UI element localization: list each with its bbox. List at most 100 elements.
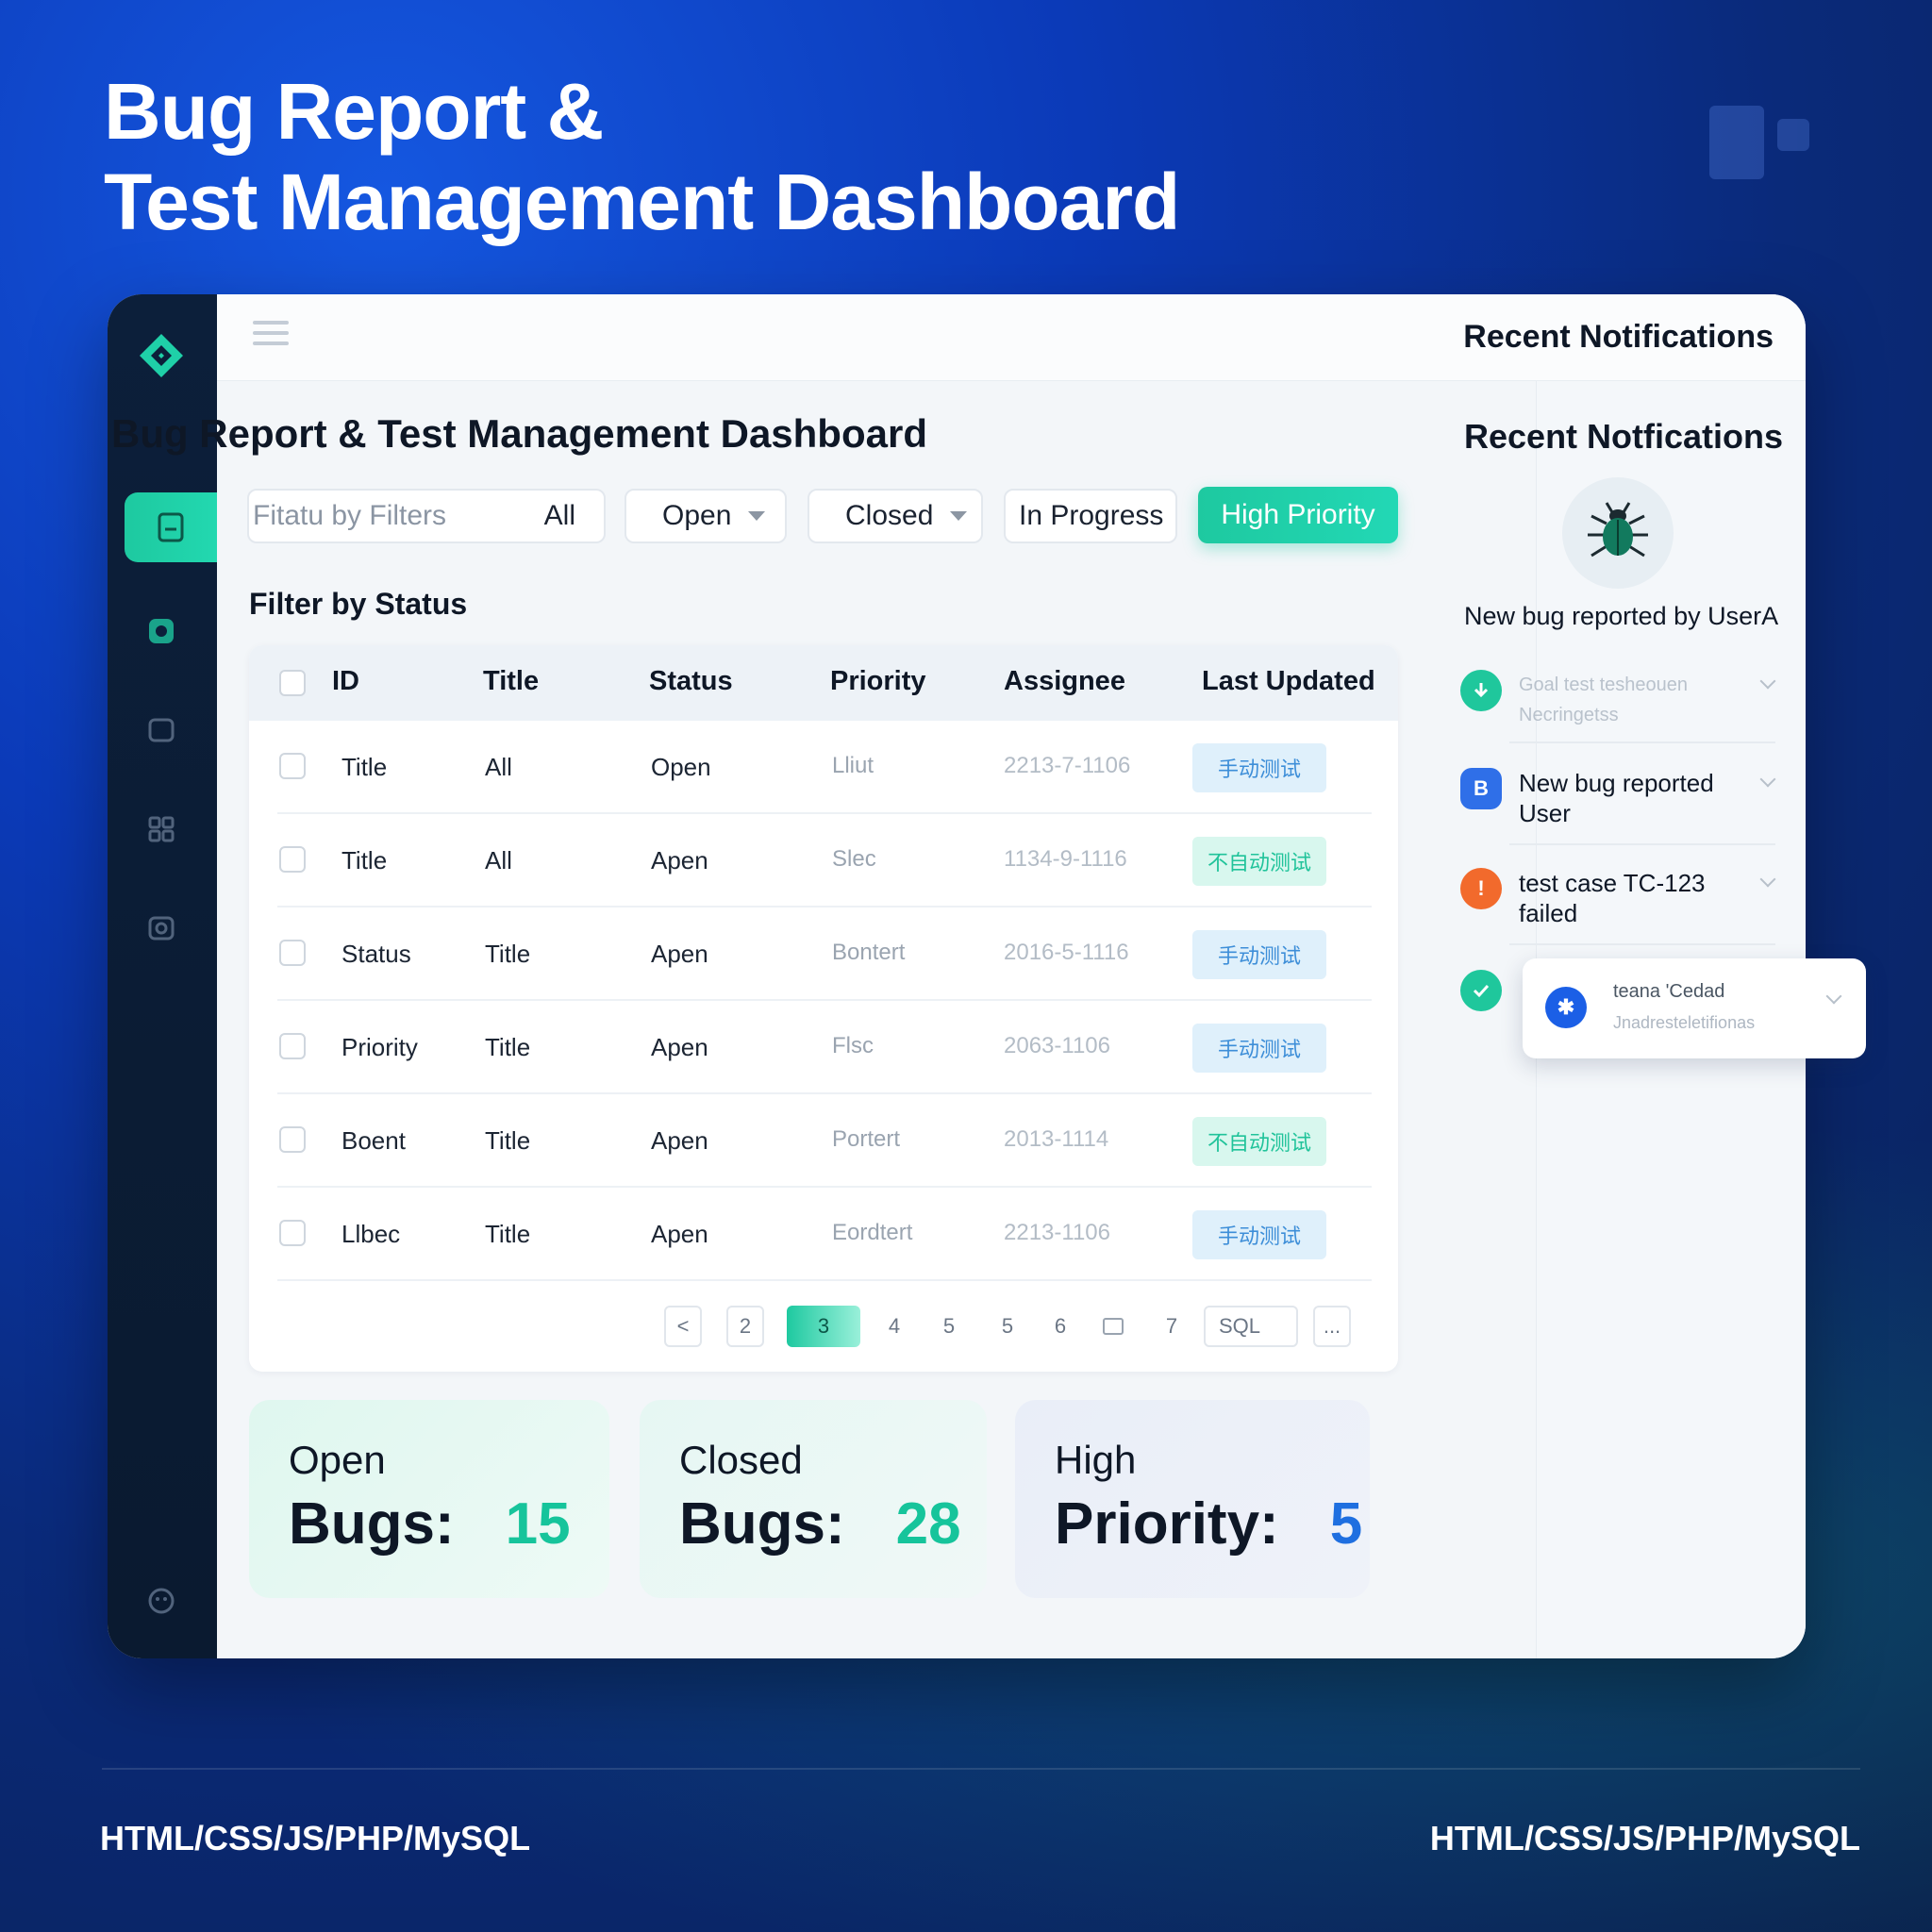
sidebar-item-reports[interactable] <box>136 804 187 855</box>
header-status[interactable]: Status <box>649 666 733 697</box>
download-check-icon <box>1460 670 1502 711</box>
cell-status: Apen <box>651 1220 708 1248</box>
cell-priority: Portert <box>832 1126 901 1152</box>
cell-id: Llbec <box>341 1220 401 1248</box>
filter-open-dropdown[interactable]: Open <box>625 489 787 543</box>
footer-tech-left: HTML/CSS/JS/PHP/MySQL <box>100 1819 531 1857</box>
table-row[interactable]: Status Title Apen Bontert 2016-5-1116 手动测试 <box>277 908 1372 1001</box>
sidebar-item-tests[interactable] <box>136 606 187 657</box>
divider <box>1509 843 1775 845</box>
stat-key: Priority: <box>1055 1491 1279 1557</box>
cell-id: Title <box>341 846 388 874</box>
table-row[interactable]: Title All Apen Slec 1134-9-1116 不自动测试 <box>277 814 1372 908</box>
row-checkbox[interactable] <box>279 846 306 873</box>
cell-id: Status <box>341 940 411 968</box>
grid-icon <box>148 816 175 842</box>
team-icon: ✱ <box>1545 987 1587 1028</box>
table-row[interactable]: Boent Title Apen Portert 2013-1114 不自动测试 <box>277 1094 1372 1188</box>
floating-notification-card[interactable]: ✱ teana 'Cedad Jnadresteletifionas <box>1523 958 1866 1058</box>
header-priority[interactable]: Priority <box>830 666 926 697</box>
row-checkbox[interactable] <box>279 753 306 779</box>
sidebar-item-profile[interactable] <box>136 1575 187 1626</box>
row-checkbox[interactable] <box>279 940 306 966</box>
footer-divider <box>102 1768 1860 1770</box>
stat-key: Bugs: <box>289 1491 455 1557</box>
sidebar-item-bugs[interactable] <box>125 492 217 562</box>
chevron-down-icon <box>950 511 968 521</box>
cell-assignee: 2213-7-1106 <box>1004 753 1131 778</box>
menu-icon[interactable] <box>253 321 289 349</box>
divider <box>1509 943 1775 945</box>
stat-card[interactable]: High Priority: 5 <box>1015 1400 1370 1598</box>
pagination-page[interactable]: 5 <box>930 1306 968 1347</box>
notification-item[interactable]: B New bug reported User <box>1460 768 1777 843</box>
notification-item[interactable]: ! test case TC-123 failed <box>1460 868 1777 943</box>
brand-logo-icon <box>140 334 183 377</box>
table-row[interactable]: Priority Title Apen Flsc 2063-1106 手动测试 <box>277 1001 1372 1094</box>
notification-text: Goal test tesheouen Necringetss <box>1519 675 1689 725</box>
chevron-down-icon <box>1759 871 1776 888</box>
status-badge: 不自动测试 <box>1192 1117 1326 1166</box>
pagination-page[interactable]: 6 <box>1041 1306 1079 1347</box>
sidebar <box>108 294 217 1658</box>
pagination-page[interactable]: 7 <box>1153 1306 1191 1347</box>
header-assignee[interactable]: Assignee <box>1004 666 1125 697</box>
pagination-prev-button[interactable]: < <box>664 1306 702 1347</box>
stat-label: High <box>1055 1438 1137 1482</box>
test-icon <box>149 619 174 643</box>
status-badge: 不自动测试 <box>1192 837 1326 886</box>
status-badge: 手动测试 <box>1192 930 1326 979</box>
header-id[interactable]: ID <box>332 666 359 697</box>
cell-id: Boent <box>341 1126 406 1155</box>
cell-title: All <box>485 753 512 781</box>
table-row[interactable]: Llbec Title Apen Eordtert 2213-1106 手动测试 <box>277 1188 1372 1281</box>
topbar-notifications-title[interactable]: Recent Notifications <box>1463 319 1774 356</box>
header-title[interactable]: Title <box>483 666 539 697</box>
filter-in-progress-label: In Progress <box>1019 500 1164 531</box>
divider <box>1509 741 1775 743</box>
cell-priority: Eordtert <box>832 1220 913 1245</box>
filter-high-priority-button[interactable]: High Priority <box>1198 487 1398 543</box>
notification-item[interactable]: Goal test tesheouen Necringetss <box>1460 670 1777 745</box>
pagination-grid-icon[interactable] <box>1094 1306 1132 1347</box>
table-row[interactable]: Title All Open Lliut 2213-7-1106 手动测试 <box>277 721 1372 814</box>
row-checkbox[interactable] <box>279 1033 306 1059</box>
notification-lead: New bug reported by UserA <box>1464 602 1779 630</box>
chevron-down-icon <box>748 511 766 521</box>
stat-card[interactable]: Open Bugs: 15 <box>249 1400 609 1598</box>
cell-status: Open <box>651 753 711 781</box>
filter-search-input[interactable]: Fitatu by Filters All <box>247 489 606 543</box>
stat-number: 5 <box>1329 1491 1363 1557</box>
select-all-checkbox[interactable] <box>279 670 306 696</box>
pagination-page-active[interactable]: 3 <box>787 1306 860 1347</box>
cell-priority: Slec <box>832 846 876 872</box>
cell-assignee: 2013-1114 <box>1004 1126 1109 1152</box>
notification-text: New bug reported User <box>1519 769 1714 827</box>
cell-priority: Flsc <box>832 1033 874 1058</box>
cell-status: Apen <box>651 940 708 968</box>
pagination-page[interactable]: 4 <box>875 1306 913 1347</box>
chevron-down-icon <box>1759 673 1776 690</box>
pagination-more-button[interactable]: ... <box>1313 1306 1351 1347</box>
pagination-page[interactable]: 2 <box>726 1306 764 1347</box>
footer-tech-right: HTML/CSS/JS/PHP/MySQL <box>1429 1819 1860 1857</box>
stat-key: Bugs: <box>679 1491 845 1557</box>
header-last-updated[interactable]: Last Updated <box>1202 666 1375 697</box>
pagination-page[interactable]: 5 <box>989 1306 1026 1347</box>
status-badge: 手动测试 <box>1192 743 1326 792</box>
row-checkbox[interactable] <box>279 1220 306 1246</box>
stat-card[interactable]: Closed Bugs: 28 <box>640 1400 987 1598</box>
filter-closed-dropdown[interactable]: Closed <box>808 489 983 543</box>
cell-title: Title <box>485 1220 531 1248</box>
pagination-jump-input[interactable]: SQL <box>1204 1306 1298 1347</box>
cell-title: Title <box>485 1033 531 1061</box>
sidebar-item-projects[interactable] <box>136 704 187 755</box>
row-checkbox[interactable] <box>279 1126 306 1153</box>
poster-title: Bug Report & Test Management Dashboard <box>104 66 1180 247</box>
sidebar-item-settings[interactable] <box>136 902 187 953</box>
floating-line2: Jnadresteletifionas <box>1613 1013 1756 1032</box>
bug-avatar <box>1562 477 1674 589</box>
chevron-down-icon <box>1825 988 1842 1005</box>
filter-search-placeholder: Fitatu by Filters <box>253 500 447 531</box>
filter-in-progress-button[interactable]: In Progress <box>1004 489 1177 543</box>
